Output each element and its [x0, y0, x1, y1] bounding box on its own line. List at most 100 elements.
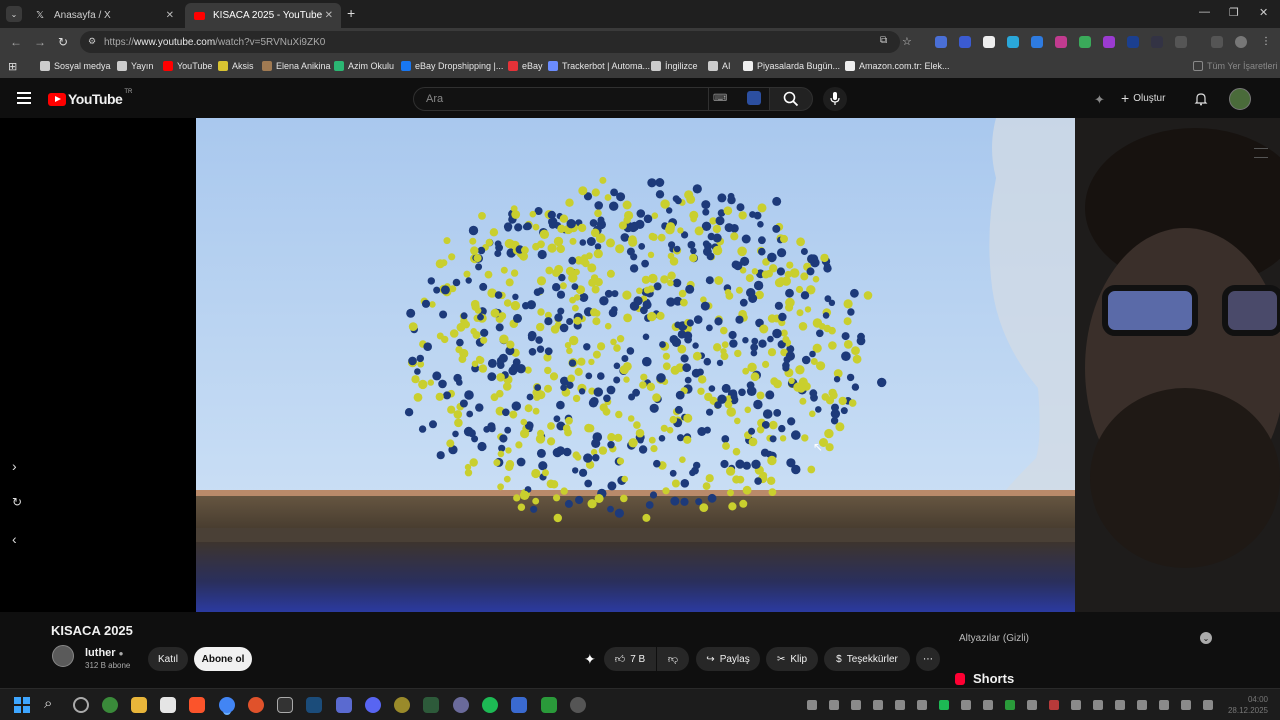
taskbar-chrome-icon[interactable] [219, 697, 235, 713]
tab-search-button[interactable]: ⌄ [6, 6, 22, 22]
tray-icon[interactable] [829, 700, 839, 710]
bookmark-item[interactable]: eBay [508, 61, 543, 71]
bookmark-item[interactable]: Sosyal medya [40, 61, 111, 71]
chevron-left-icon[interactable]: ‹ [12, 531, 17, 547]
search-button[interactable] [769, 87, 813, 111]
taskbar-app-diamond-icon[interactable] [511, 697, 527, 713]
extension-audio-icon[interactable] [959, 36, 971, 48]
refresh-icon[interactable]: ↻ [12, 495, 22, 509]
notifications-bell-icon[interactable] [1194, 92, 1208, 106]
bookmark-item[interactable]: Elena Anikina [262, 61, 331, 71]
taskbar-search-icon[interactable]: ⌕ [44, 695, 52, 712]
extension-dark-icon[interactable] [1151, 36, 1163, 48]
tray-icon[interactable] [1071, 700, 1081, 710]
tray-icon[interactable] [873, 700, 883, 710]
tray-icon[interactable] [917, 700, 927, 710]
wifi-icon[interactable] [1159, 700, 1169, 710]
tray-icon[interactable] [1115, 700, 1125, 710]
close-tab-icon[interactable]: ✕ [166, 10, 174, 21]
taskbar-app-green-play-icon[interactable] [541, 697, 557, 713]
battery-icon[interactable] [1203, 700, 1213, 710]
subscribe-button[interactable]: Abone ol [194, 647, 252, 671]
taskbar-app-dark-icon[interactable] [423, 697, 439, 713]
taskbar-epic-icon[interactable] [277, 697, 293, 713]
close-window-icon[interactable]: ✕ [1259, 6, 1268, 19]
extension-purple-icon[interactable] [1103, 36, 1115, 48]
extension-wave-icon[interactable] [1007, 36, 1019, 48]
extension-shield-icon[interactable] [1031, 36, 1043, 48]
hamburger-menu-icon[interactable] [17, 92, 31, 104]
tray-icon[interactable] [1049, 700, 1059, 710]
taskbar-spotify-icon[interactable] [482, 697, 498, 713]
taskbar-app-1-icon[interactable] [73, 697, 89, 713]
bookmark-item[interactable]: AI [708, 61, 731, 71]
youtube-logo[interactable]: YouTube TR [48, 89, 132, 107]
tab-x-home[interactable]: 𝕏 Anasayfa / X ✕ [26, 3, 182, 28]
tray-icon[interactable] [851, 700, 861, 710]
taskbar-app-blue-icon[interactable] [336, 697, 352, 713]
address-bar[interactable]: ⚙ https://www.youtube.com/watch?v=5RVNuX… [80, 31, 912, 53]
extension-translate-icon[interactable] [935, 36, 947, 48]
bookmark-item[interactable]: eBay Dropshipping |... [401, 61, 503, 71]
bookmark-item[interactable]: Azim Okulu [334, 61, 394, 71]
taskbar-orange-app-icon[interactable] [248, 697, 264, 713]
tray-icon[interactable] [1027, 700, 1037, 710]
minimize-icon[interactable]: — [1199, 6, 1210, 18]
chevron-right-icon[interactable]: › [12, 458, 17, 474]
tray-icon[interactable] [895, 700, 905, 710]
taskbar-xbox-icon[interactable] [102, 697, 118, 713]
like-button[interactable]: 👍︎ 7 B [604, 647, 656, 671]
create-button[interactable]: + Oluştur [1121, 90, 1165, 106]
voice-search-button[interactable] [823, 87, 847, 111]
taskbar-clock[interactable]: 04:00 28.12.2025 [1222, 694, 1268, 716]
bookmark-item[interactable]: YouTube [163, 61, 212, 71]
tab-youtube-video[interactable]: KISACA 2025 - YouTube ✕ [185, 3, 341, 28]
tray-icon[interactable] [961, 700, 971, 710]
tray-icon[interactable] [939, 700, 949, 710]
extension-square-icon[interactable] [983, 36, 995, 48]
close-tab-icon[interactable]: ✕ [325, 10, 333, 21]
bookmark-item[interactable]: İngilizce [651, 61, 698, 71]
bookmark-item[interactable]: Trackerbot | Automa... [548, 61, 650, 71]
taskbar-app-yellow-icon[interactable] [394, 697, 410, 713]
tray-icon[interactable] [983, 700, 993, 710]
extensions-puzzle-icon[interactable] [1175, 36, 1187, 48]
search-addon-icon[interactable] [747, 91, 761, 105]
chevron-down-icon[interactable]: ⌄ [1200, 632, 1212, 644]
bookmark-star-icon[interactable]: ☆ [902, 35, 912, 48]
side-menu-lines-icon[interactable] [1254, 148, 1268, 158]
captions-panel-label[interactable]: Altyazılar (Gizli) [959, 633, 1029, 644]
taskbar-app-notify-icon[interactable] [570, 697, 586, 713]
taskbar-steam-icon[interactable] [306, 697, 322, 713]
video-player[interactable]: ↖ [196, 118, 1075, 612]
thanks-button[interactable]: $ Teşekkürler [824, 647, 910, 671]
extension-pink-icon[interactable] [1055, 36, 1067, 48]
search-input[interactable]: Ara [413, 87, 709, 111]
join-button[interactable]: Katıl [148, 647, 188, 671]
extension-action-icon[interactable]: ✦ [584, 651, 596, 668]
dislike-button[interactable]: 👎︎ [657, 647, 689, 671]
profile-avatar-icon[interactable] [1235, 36, 1247, 48]
apps-grid-icon[interactable]: ⊞ [8, 60, 17, 73]
clip-button[interactable]: ✂ Klip [766, 647, 818, 671]
taskbar-app-grey-icon[interactable] [453, 697, 469, 713]
create-post-icon[interactable]: ✦ [1094, 92, 1105, 108]
taskbar-discord-icon[interactable] [365, 697, 381, 713]
tray-icon[interactable] [1005, 700, 1015, 710]
reload-icon[interactable]: ↻ [58, 35, 68, 49]
taskbar-brave-icon[interactable] [189, 697, 205, 713]
install-app-icon[interactable]: ⧉ [880, 35, 887, 46]
browser-menu-icon[interactable]: ⋮ [1261, 36, 1273, 48]
keyboard-icon[interactable]: ⌨ [713, 93, 727, 104]
bookmark-item[interactable]: Piyasalarda Bugün... [743, 61, 840, 71]
tray-icon[interactable] [1137, 700, 1147, 710]
extension-green-icon[interactable] [1079, 36, 1091, 48]
bookmark-item[interactable]: Yayın [117, 61, 153, 71]
new-tab-button[interactable]: + [347, 5, 355, 21]
site-info-icon[interactable]: ⚙ [88, 36, 96, 47]
bookmark-all[interactable]: Tüm Yer İşaretleri [1193, 61, 1278, 71]
account-avatar[interactable] [1229, 88, 1251, 110]
taskbar-folder-icon[interactable] [131, 697, 147, 713]
volume-icon[interactable] [1181, 700, 1191, 710]
tray-icon[interactable] [807, 700, 817, 710]
